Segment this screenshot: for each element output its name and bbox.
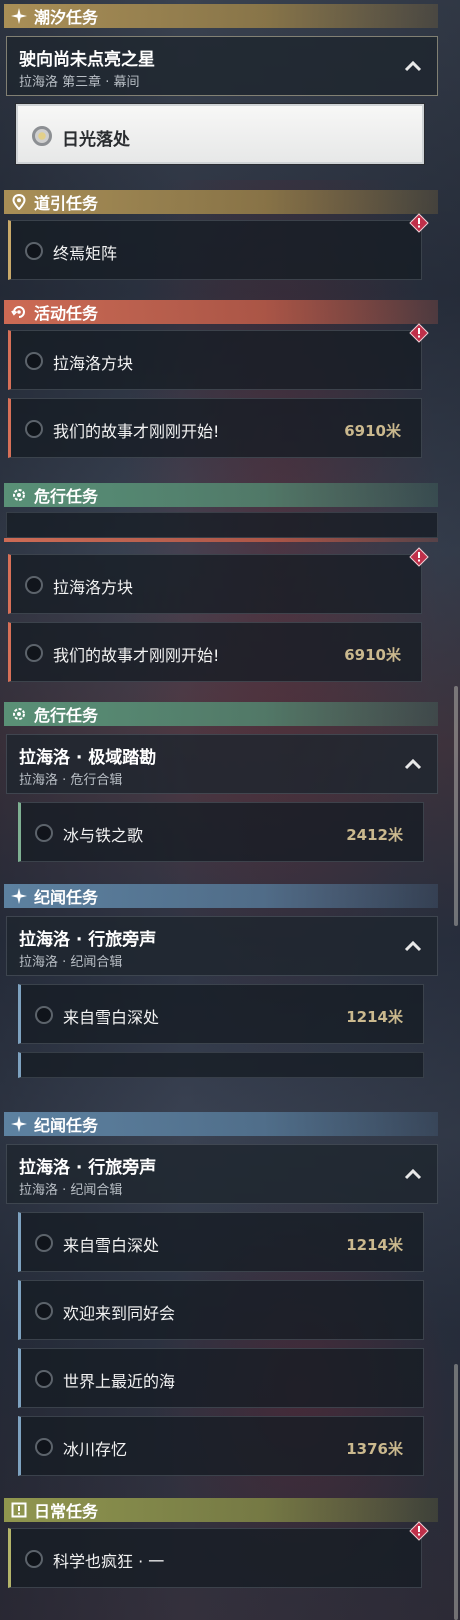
quest-item-chronicle[interactable]: 欢迎来到同好会 [18, 1280, 424, 1340]
category-label: 危行任务 [34, 487, 99, 506]
category-label: 纪闻任务 [34, 888, 99, 907]
quest-status-icon [25, 420, 43, 438]
quest-label: 日光落处 [62, 130, 130, 150]
category-label: 危行任务 [34, 706, 99, 725]
danger-gear-icon [10, 705, 28, 723]
category-event-header-partial [4, 538, 438, 542]
quest-label: 来自雪白深处 [63, 1008, 160, 1027]
danger-gear-icon [10, 486, 28, 504]
category-label: 活动任务 [34, 304, 99, 323]
category-label: 道引任务 [34, 194, 99, 213]
quest-distance: 6910米 [344, 422, 401, 440]
quest-distance: 2412米 [346, 826, 403, 844]
quest-item-danger[interactable]: 冰与铁之歌 2412米 [18, 802, 424, 862]
group-subtitle: 拉海洛 · 纪闻合辑 [19, 955, 123, 970]
selected-quest-item[interactable]: 日光落处 [15, 103, 425, 165]
quest-group-chronicle[interactable]: 拉海洛 · 行旅旁声 拉海洛 · 纪闻合辑 [6, 916, 438, 976]
group-subtitle: 拉海洛 第三章 · 幕间 [19, 75, 140, 90]
quest-status-icon [35, 1234, 53, 1252]
quest-status-icon [25, 576, 43, 594]
scrollbar-thumb[interactable] [454, 686, 458, 926]
quest-item-chronicle[interactable]: 来自雪白深处 1214米 [18, 1212, 424, 1272]
chevron-up-icon[interactable] [403, 57, 423, 77]
quest-label: 我们的故事才刚刚开始! [53, 422, 220, 441]
category-label: 纪闻任务 [34, 1116, 99, 1135]
quest-group-chronicle[interactable]: 拉海洛 · 行旅旁声 拉海洛 · 纪闻合辑 [6, 1144, 438, 1204]
quest-label: 拉海洛方块 [53, 578, 134, 597]
category-event-header[interactable]: 活动任务 [4, 300, 438, 324]
quest-label: 世界上最近的海 [63, 1372, 176, 1391]
quest-list-screen-2: 拉海洛方块 我们的故事才刚刚开始! 6910米 危行任务 拉海洛 · 极域踏勘 … [0, 538, 460, 1078]
category-guide-header[interactable]: 道引任务 [4, 190, 438, 214]
category-label: 日常任务 [34, 1502, 99, 1521]
quest-label: 拉海洛方块 [53, 354, 134, 373]
sparkle-icon [10, 7, 28, 25]
alert-diamond-icon [409, 323, 429, 343]
alert-diamond-icon [409, 547, 429, 567]
quest-status-icon [25, 242, 43, 260]
group-subtitle: 拉海洛 · 纪闻合辑 [19, 1183, 123, 1198]
sparkle-icon [10, 887, 28, 905]
quest-group-partial [6, 512, 438, 538]
category-danger-header[interactable]: 危行任务 [4, 483, 438, 507]
quest-distance: 1214米 [346, 1008, 403, 1026]
group-title: 驶向尚未点亮之星 [19, 50, 155, 70]
quest-item-partial [18, 1052, 424, 1078]
category-danger-header[interactable]: 危行任务 [4, 702, 438, 726]
group-title: 拉海洛 · 极域踏勘 [19, 748, 157, 768]
quest-list-screen-1: 潮汐任务 驶向尚未点亮之星 拉海洛 第三章 · 幕间 日光落处 道引任务 终焉矩… [0, 0, 460, 538]
chevron-up-icon[interactable] [403, 937, 423, 957]
quest-distance: 1376米 [346, 1440, 403, 1458]
group-title: 拉海洛 · 行旅旁声 [19, 930, 157, 950]
quest-distance: 6910米 [344, 646, 401, 664]
quest-item-event[interactable]: 我们的故事才刚刚开始! 6910米 [8, 398, 422, 458]
quest-item-chronicle[interactable]: 世界上最近的海 [18, 1348, 424, 1408]
quest-item-event[interactable]: 我们的故事才刚刚开始! 6910米 [8, 622, 422, 682]
category-daily-header[interactable]: 日常任务 [4, 1498, 438, 1522]
quest-status-icon [35, 1370, 53, 1388]
quest-item-event[interactable]: 拉海洛方块 [8, 323, 429, 390]
alert-diamond-icon [409, 213, 429, 233]
quest-status-icon [25, 352, 43, 370]
chevron-up-icon[interactable] [403, 1165, 423, 1185]
quest-distance: 1214米 [346, 1236, 403, 1254]
event-icon [10, 303, 28, 321]
quest-label: 科学也疯狂 · 一 [53, 1552, 165, 1571]
quest-status-icon [35, 1438, 53, 1456]
quest-item-event[interactable]: 拉海洛方块 [8, 547, 429, 614]
quest-group-tide[interactable]: 驶向尚未点亮之星 拉海洛 第三章 · 幕间 [6, 36, 438, 96]
quest-status-icon [25, 1550, 43, 1568]
group-title: 拉海洛 · 行旅旁声 [19, 1158, 157, 1178]
quest-group-danger[interactable]: 拉海洛 · 极域踏勘 拉海洛 · 危行合辑 [6, 734, 438, 794]
category-chronicle-header[interactable]: 纪闻任务 [4, 1112, 438, 1136]
category-tide-header[interactable]: 潮汐任务 [4, 4, 438, 28]
quest-status-icon [35, 1006, 53, 1024]
quest-item-daily[interactable]: 科学也疯狂 · 一 [8, 1521, 429, 1588]
map-pin-icon [10, 193, 28, 211]
quest-status-icon [35, 824, 53, 842]
exclamation-box-icon [10, 1501, 28, 1519]
scrollbar-thumb[interactable] [454, 1364, 458, 1620]
quest-list-screen-3: 纪闻任务 拉海洛 · 行旅旁声 拉海洛 · 纪闻合辑 来自雪白深处 1214米 … [0, 1078, 460, 1620]
quest-label: 终焉矩阵 [53, 244, 118, 263]
quest-status-icon [32, 126, 52, 146]
quest-label: 我们的故事才刚刚开始! [53, 646, 220, 665]
quest-status-icon [35, 1302, 53, 1320]
sparkle-icon [10, 1115, 28, 1133]
alert-diamond-icon [409, 1521, 429, 1541]
quest-status-icon [25, 644, 43, 662]
chevron-up-icon[interactable] [403, 755, 423, 775]
category-label: 潮汐任务 [34, 8, 99, 27]
quest-label: 来自雪白深处 [63, 1236, 160, 1255]
quest-label: 冰与铁之歌 [63, 826, 144, 845]
quest-item-chronicle[interactable]: 来自雪白深处 1214米 [18, 984, 424, 1044]
quest-label: 冰川存忆 [63, 1440, 128, 1459]
group-subtitle: 拉海洛 · 危行合辑 [19, 773, 123, 788]
quest-item-guide[interactable]: 终焉矩阵 [8, 213, 429, 280]
quest-label: 欢迎来到同好会 [63, 1304, 176, 1323]
category-chronicle-header[interactable]: 纪闻任务 [4, 884, 438, 908]
quest-item-chronicle[interactable]: 冰川存忆 1376米 [18, 1416, 424, 1476]
